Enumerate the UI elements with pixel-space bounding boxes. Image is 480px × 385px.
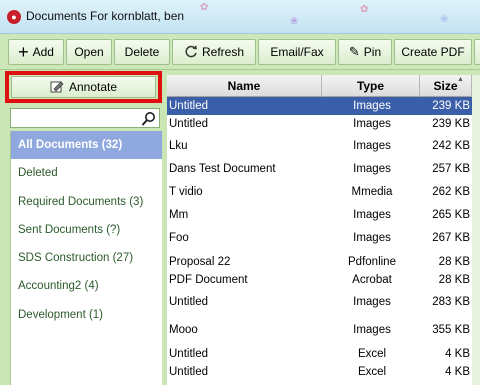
pin-icon: ✎ <box>348 44 360 59</box>
flower-decoration-icon: ✿ <box>200 2 209 13</box>
flower-decoration-icon: ✿ <box>360 4 369 15</box>
window-title: Documents For kornblatt, ben <box>26 9 185 23</box>
table-row[interactable]: T vidio Mmedia 262 KB <box>167 183 480 201</box>
table-row[interactable]: Untitled Images 239 KB <box>167 97 480 115</box>
table-row[interactable]: PDF Document Acrobat 28 KB <box>167 271 480 289</box>
create-pdf-button[interactable]: Create PDF <box>394 39 472 65</box>
annotate-icon <box>50 81 64 93</box>
table-row[interactable]: Lku Images 242 KB <box>167 137 480 155</box>
toolbar: + Add Open Delete Refresh Email/Fax ✎ Pi… <box>0 34 480 70</box>
column-header-type[interactable]: Type <box>322 75 420 97</box>
flower-decoration-icon: ❀ <box>290 16 299 27</box>
table-row[interactable]: Untitled Excel 4 KB <box>167 345 480 363</box>
table-row[interactable]: Untitled Images 239 KB <box>167 115 480 133</box>
table-row[interactable]: Mm Images 265 KB <box>167 206 480 224</box>
folder-item-accounting2[interactable]: Accounting2 (4) <box>11 272 162 300</box>
folder-search-input[interactable] <box>10 108 160 128</box>
toolbar-overflow-button[interactable] <box>474 39 480 65</box>
flower-decoration-icon: ❀ <box>440 14 449 25</box>
refresh-icon <box>185 45 197 58</box>
refresh-button[interactable]: Refresh <box>172 39 256 65</box>
table-row[interactable]: Untitled Images 283 KB <box>167 293 480 311</box>
email-fax-button[interactable]: Email/Fax <box>258 39 336 65</box>
annotate-button[interactable]: Annotate <box>11 76 156 98</box>
folder-list: All Documents (32) Deleted Required Docu… <box>10 131 162 385</box>
add-button[interactable]: + Add <box>8 39 64 65</box>
annotate-highlight-box: Annotate <box>5 71 162 103</box>
plus-icon: + <box>18 42 29 62</box>
table-row[interactable]: Dans Test Document Images 257 KB <box>167 160 480 178</box>
left-panel: Annotate All Documents (32) Deleted Requ… <box>5 71 162 385</box>
delete-button[interactable]: Delete <box>114 39 170 65</box>
open-button[interactable]: Open <box>66 39 112 65</box>
folder-item-required-documents[interactable]: Required Documents (3) <box>11 188 162 216</box>
pin-button[interactable]: ✎ Pin <box>338 39 392 65</box>
folder-item-sent-documents[interactable]: Sent Documents (?) <box>11 216 162 244</box>
title-bar: ● Documents For kornblatt, ben ✿ ❀ ✿ ❀ <box>0 0 480 34</box>
folder-item-sds-construction[interactable]: SDS Construction (27) <box>11 244 162 272</box>
table-row[interactable]: Foo Images 267 KB <box>167 229 480 247</box>
column-header-name[interactable]: Name <box>167 75 322 97</box>
grid-header: Name Type Size ▲ <box>167 75 480 97</box>
vertical-scrollbar[interactable] <box>472 75 480 385</box>
table-row[interactable]: Untitled Excel 4 KB <box>167 363 480 381</box>
document-grid: Name Type Size ▲ Untitled Images 239 KB Un… <box>167 75 480 385</box>
table-row[interactable]: Mooo Images 355 KB <box>167 321 480 339</box>
app-icon: ● <box>7 10 21 24</box>
folder-item-development[interactable]: Development (1) <box>11 301 162 329</box>
sort-ascending-icon: ▲ <box>457 76 464 83</box>
folder-item-all-documents[interactable]: All Documents (32) <box>11 131 162 160</box>
column-header-size[interactable]: Size <box>420 75 472 97</box>
folder-item-deleted[interactable]: Deleted <box>11 159 162 187</box>
search-icon[interactable] <box>141 111 157 127</box>
table-row[interactable]: Proposal 22 Pdfonline 28 KB <box>167 253 480 271</box>
